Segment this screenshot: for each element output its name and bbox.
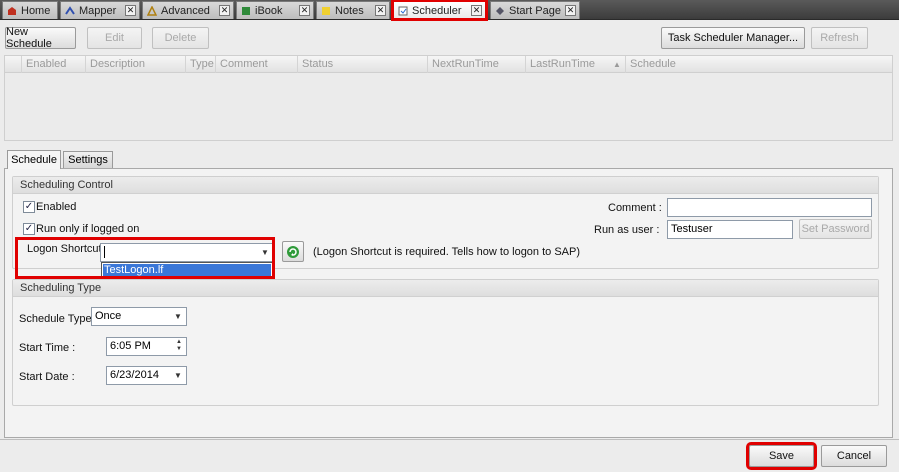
- run-only-logged-on-label: Run only if logged on: [36, 223, 140, 235]
- delete-button[interactable]: Delete: [152, 27, 209, 49]
- logon-shortcut-hint: (Logon Shortcut is required. Tells how t…: [313, 246, 581, 258]
- tab-scheduler[interactable]: Scheduler ✕: [391, 0, 488, 21]
- schedule-type-value: Once: [95, 310, 122, 322]
- schedule-type-select[interactable]: Once ▼: [91, 307, 187, 326]
- chevron-down-icon[interactable]: ▼: [172, 308, 184, 325]
- logon-shortcut-dropdown[interactable]: TestLogon.lf: [101, 262, 273, 278]
- comment-label: Comment :: [608, 202, 662, 214]
- start-time-label: Start Time :: [19, 342, 76, 354]
- grid-header: Enabled Description Type Comment Status …: [5, 56, 892, 73]
- schedule-grid[interactable]: Enabled Description Type Comment Status …: [4, 55, 893, 141]
- start-date-picker[interactable]: 6/23/2014 ▼: [106, 366, 187, 385]
- notes-icon: [322, 6, 330, 15]
- tab-home[interactable]: Home: [2, 1, 58, 19]
- document-tab-strip: Home Mapper ✕ Advanced ✕ iBook ✕ Notes ✕…: [0, 0, 899, 21]
- tab-start-page[interactable]: Start Page ✕: [490, 1, 580, 19]
- tab-notes[interactable]: Notes ✕: [316, 1, 390, 19]
- chevron-down-icon[interactable]: ▼: [172, 367, 184, 384]
- home-icon: [8, 6, 16, 15]
- column-enabled[interactable]: Enabled: [21, 56, 85, 73]
- start-time-picker[interactable]: 6:05 PM ▲ ▼: [106, 337, 187, 356]
- tab-advanced[interactable]: Advanced ✕: [142, 1, 234, 19]
- run-as-user-label: Run as user :: [594, 224, 660, 236]
- column-description[interactable]: Description: [85, 56, 185, 73]
- refresh-button[interactable]: Refresh: [811, 27, 868, 49]
- tab-scheduler-close-icon[interactable]: ✕: [471, 5, 482, 16]
- tab-advanced-label: Advanced: [161, 4, 210, 17]
- scheduling-type-title: Scheduling Type: [13, 280, 878, 297]
- tab-mapper[interactable]: Mapper ✕: [60, 1, 140, 19]
- ibook-icon: [242, 6, 250, 15]
- column-nextruntime[interactable]: NextRunTime: [427, 56, 525, 73]
- tab-ibook[interactable]: iBook ✕: [236, 1, 314, 19]
- tab-start-page-label: Start Page: [509, 4, 561, 17]
- tab-mapper-close-icon[interactable]: ✕: [125, 5, 136, 16]
- text-cursor: [104, 246, 105, 259]
- logon-shortcut-combo[interactable]: ▼: [100, 243, 274, 262]
- start-time-value: 6:05 PM: [110, 340, 151, 352]
- set-password-button[interactable]: Set Password: [799, 219, 872, 239]
- enabled-checkbox[interactable]: ✓: [23, 201, 35, 213]
- dropdown-option-testlogon[interactable]: TestLogon.lf: [103, 264, 271, 276]
- schedule-type-label: Schedule Type:: [19, 313, 95, 325]
- logon-shortcut-label: Logon Shortcut: [27, 243, 102, 255]
- run-only-logged-on-checkbox[interactable]: ✓: [23, 223, 35, 235]
- scheduler-icon: [398, 6, 408, 15]
- run-as-user-input[interactable]: Testuser: [667, 220, 793, 239]
- tab-home-label: Home: [21, 4, 51, 17]
- chevron-down-icon[interactable]: ▼: [259, 244, 271, 261]
- refresh-shortcut-button[interactable]: [282, 241, 304, 262]
- sort-ascending-icon: ▲: [613, 60, 621, 69]
- tab-notes-close-icon[interactable]: ✕: [375, 5, 386, 16]
- new-schedule-button[interactable]: New Schedule: [5, 26, 76, 50]
- green-refresh-icon: [287, 245, 299, 258]
- tab-start-page-close-icon[interactable]: ✕: [565, 5, 576, 16]
- tab-ibook-label: iBook: [255, 4, 283, 17]
- task-scheduler-manager-button[interactable]: Task Scheduler Manager...: [661, 27, 805, 49]
- edit-button[interactable]: Edit: [87, 27, 142, 49]
- column-status[interactable]: Status: [297, 56, 427, 73]
- column-schedule[interactable]: Schedule: [625, 56, 725, 73]
- start-date-value: 6/23/2014: [110, 369, 159, 381]
- footer-divider: [0, 439, 899, 440]
- tab-settings[interactable]: Settings: [63, 151, 113, 168]
- tab-notes-label: Notes: [335, 4, 364, 17]
- save-button[interactable]: Save: [746, 442, 817, 470]
- mapper-icon: [65, 5, 75, 15]
- column-lastruntime[interactable]: LastRunTime: [525, 56, 609, 73]
- enabled-label: Enabled: [36, 201, 77, 213]
- scheduling-control-title: Scheduling Control: [13, 177, 878, 194]
- tab-ibook-close-icon[interactable]: ✕: [299, 5, 310, 16]
- tab-mapper-label: Mapper: [79, 4, 117, 17]
- tab-schedule[interactable]: Schedule: [7, 150, 61, 169]
- spinner-icon[interactable]: ▲ ▼: [174, 339, 184, 354]
- column-type[interactable]: Type: [185, 56, 215, 73]
- comment-input[interactable]: [667, 198, 872, 217]
- advanced-icon: [147, 5, 157, 16]
- tab-advanced-close-icon[interactable]: ✕: [219, 5, 230, 16]
- tab-scheduler-label: Scheduler: [412, 4, 462, 17]
- start-date-label: Start Date :: [19, 371, 75, 383]
- cancel-button[interactable]: Cancel: [821, 445, 887, 467]
- start-page-icon: [496, 6, 504, 15]
- column-comment[interactable]: Comment: [215, 56, 297, 73]
